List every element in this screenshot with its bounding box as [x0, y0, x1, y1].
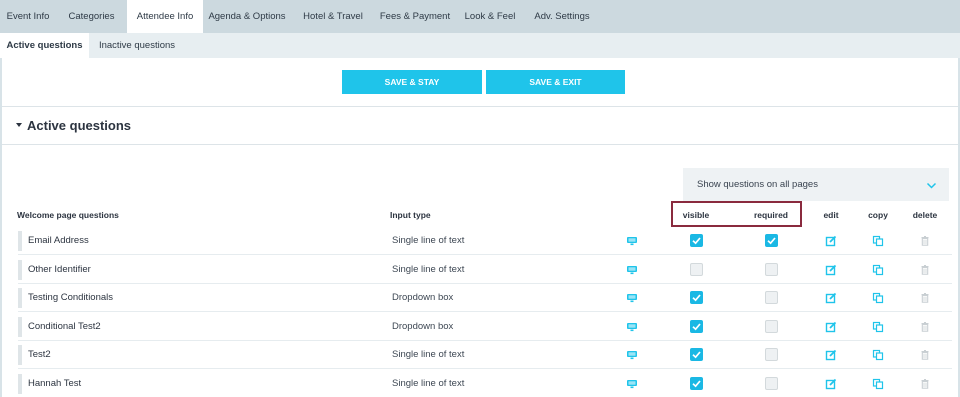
tab-attendee-info[interactable]: Attendee Info: [127, 0, 203, 34]
copy-icon[interactable]: [872, 348, 886, 362]
trash-icon[interactable]: [919, 377, 933, 391]
trash-icon[interactable]: [919, 291, 933, 305]
divider: [2, 144, 958, 145]
question-name: Other Identifier: [28, 263, 91, 275]
subtab-inactive-questions[interactable]: Inactive questions: [89, 33, 185, 58]
question-name: Hannah Test: [28, 377, 82, 389]
copy-icon[interactable]: [872, 291, 886, 305]
input-type-value: Single line of text: [392, 377, 465, 389]
col-header-edit: edit: [823, 210, 839, 220]
edit-icon[interactable]: [825, 263, 839, 277]
subtab-active-questions[interactable]: Active questions: [0, 33, 89, 59]
question-name: Email Address: [28, 235, 89, 246]
drag-handle[interactable]: [18, 373, 22, 394]
save-exit-button[interactable]: SAVE & EXIT: [486, 70, 625, 94]
divider: [2, 106, 958, 107]
required-checkbox[interactable]: [765, 262, 779, 277]
col-header-name: Welcome page questions: [17, 210, 119, 220]
copy-icon[interactable]: [872, 234, 886, 248]
required-checkbox[interactable]: [765, 348, 779, 362]
col-header-input-type: Input type: [390, 210, 431, 220]
input-type-value: Single line of text: [392, 263, 465, 275]
input-type-value: Dropdown box: [392, 320, 454, 332]
question-name: Testing Conditionals: [28, 292, 114, 303]
monitor-icon[interactable]: [626, 377, 640, 391]
monitor-icon[interactable]: [626, 291, 640, 305]
input-type-value: Single line of text: [392, 235, 465, 246]
tab-look-feel[interactable]: Look & Feel: [455, 0, 525, 33]
monitor-icon[interactable]: [626, 348, 640, 362]
required-checkbox[interactable]: [765, 376, 779, 391]
edit-icon[interactable]: [825, 291, 839, 305]
question-name: Test2: [28, 349, 51, 360]
table-row: Conditional Test2 Dropdown box: [18, 313, 952, 341]
input-type-value: Single line of text: [392, 349, 465, 360]
table-row: Email Address Single line of text: [18, 227, 952, 255]
copy-icon[interactable]: [872, 263, 886, 277]
tab-agenda-options[interactable]: Agenda & Options: [203, 0, 291, 33]
main-content: SAVE & STAY SAVE & EXIT Active questions…: [0, 58, 960, 397]
drag-handle[interactable]: [18, 259, 22, 280]
trash-icon[interactable]: [919, 348, 933, 362]
drag-handle[interactable]: [18, 231, 22, 251]
tab-event-info[interactable]: Event Info: [0, 0, 56, 33]
edit-icon[interactable]: [825, 377, 839, 391]
table-row: Hannah Test Single line of text: [18, 370, 952, 397]
page-filter-select[interactable]: Show questions on all pages: [683, 168, 949, 201]
tab-fees-payment[interactable]: Fees & Payment: [375, 0, 455, 33]
chevron-down-icon: [926, 178, 937, 196]
caret-down-icon: [16, 122, 22, 127]
copy-icon[interactable]: [872, 320, 886, 334]
monitor-icon[interactable]: [626, 320, 640, 334]
input-type-value: Dropdown box: [392, 292, 454, 303]
visible-checkbox[interactable]: [690, 262, 704, 277]
page-filter-value: Show questions on all pages: [697, 179, 818, 190]
drag-handle[interactable]: [18, 316, 22, 337]
required-checkbox[interactable]: [765, 234, 779, 248]
section-header[interactable]: Active questions: [16, 118, 131, 133]
sub-tab-bar: Active questions Inactive questions: [0, 33, 960, 59]
copy-icon[interactable]: [872, 377, 886, 391]
edit-icon[interactable]: [825, 320, 839, 334]
col-header-copy: copy: [868, 210, 888, 220]
trash-icon[interactable]: [919, 263, 933, 277]
monitor-icon[interactable]: [626, 263, 640, 277]
tab-categories[interactable]: Categories: [56, 0, 127, 33]
section-title: Active questions: [27, 118, 132, 133]
table-row: Test2 Single line of text: [18, 341, 952, 369]
edit-icon[interactable]: [825, 234, 839, 248]
required-checkbox[interactable]: [765, 291, 779, 305]
save-stay-button[interactable]: SAVE & STAY: [342, 70, 482, 94]
visible-checkbox[interactable]: [690, 234, 704, 248]
tab-hotel-travel[interactable]: Hotel & Travel: [291, 0, 375, 33]
question-name: Conditional Test2: [28, 320, 101, 332]
trash-icon[interactable]: [919, 234, 933, 248]
trash-icon[interactable]: [919, 320, 933, 334]
table-row: Other Identifier Single line of text: [18, 256, 952, 284]
edit-icon[interactable]: [825, 348, 839, 362]
visible-checkbox[interactable]: [690, 319, 704, 334]
required-checkbox[interactable]: [765, 319, 779, 334]
col-header-delete: delete: [912, 210, 938, 220]
drag-handle[interactable]: [18, 288, 22, 308]
highlight-box: [671, 201, 802, 227]
visible-checkbox[interactable]: [690, 348, 704, 362]
monitor-icon[interactable]: [626, 234, 640, 248]
table-row: Testing Conditionals Dropdown box: [18, 284, 952, 312]
top-tab-bar: Event Info Categories Attendee Info Agen…: [0, 0, 960, 34]
visible-checkbox[interactable]: [690, 291, 704, 305]
drag-handle[interactable]: [18, 345, 22, 365]
visible-checkbox[interactable]: [690, 376, 704, 391]
tab-adv-settings[interactable]: Adv. Settings: [525, 0, 599, 33]
